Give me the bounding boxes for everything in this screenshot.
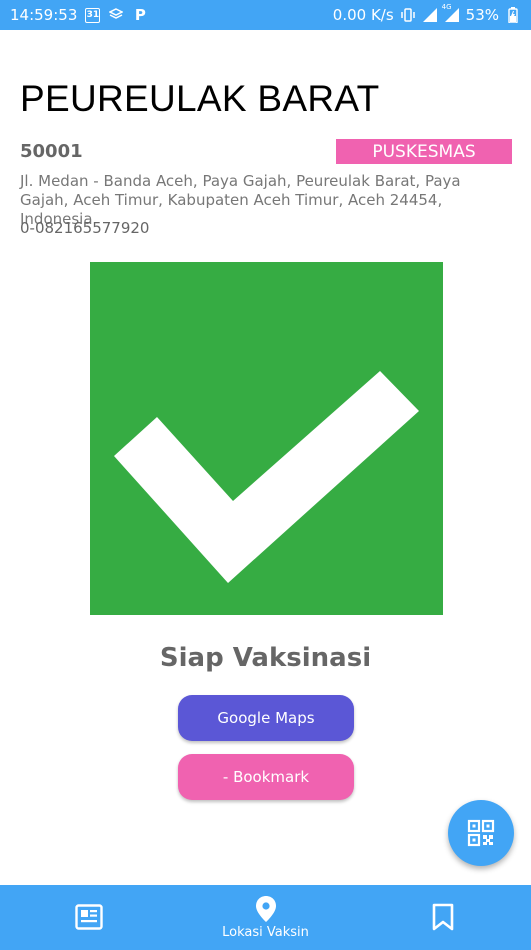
google-maps-button[interactable]: Google Maps (178, 695, 354, 741)
status-bar: 14:59:53 31 P 0.00 K/s 4G 53% (0, 0, 531, 30)
vaccination-status-text: Siap Vaksinasi (159, 643, 372, 673)
calendar-icon: 31 (85, 7, 101, 23)
facility-name: PEUREULAK BARAT (20, 78, 380, 119)
nav-label-lokasi-vaksin: Lokasi Vaksin (222, 925, 309, 940)
location-pin-icon (255, 896, 276, 922)
network-speed: 0.00 K/s (332, 6, 394, 24)
nav-item-news[interactable] (0, 885, 177, 950)
facility-code: 50001 (20, 141, 83, 162)
facility-phone: 0-082165577920 (20, 219, 150, 237)
signal-icon (422, 7, 438, 23)
app-p-icon: P (134, 6, 146, 24)
bookmark-icon (432, 903, 453, 930)
facility-type-badge: PUSKESMAS (336, 139, 512, 164)
battery-charging-icon (505, 7, 521, 23)
status-time: 14:59:53 (10, 6, 78, 24)
nav-item-lokasi-vaksin[interactable]: Lokasi Vaksin (177, 885, 354, 950)
nav-item-bookmarks[interactable] (354, 885, 531, 950)
battery-percent: 53% (465, 6, 499, 24)
qr-scan-fab[interactable] (448, 800, 514, 866)
bottom-navigation: Lokasi Vaksin (0, 885, 531, 950)
news-icon (74, 903, 103, 930)
signal-4g-icon: 4G (442, 3, 460, 23)
status-bar-right: 0.00 K/s 4G 53% (332, 3, 521, 24)
checkmark-icon (114, 371, 419, 583)
status-bar-left: 14:59:53 31 P (10, 6, 148, 24)
qr-code-icon (467, 819, 495, 847)
network-type-label: 4G (441, 3, 452, 11)
vaccination-status-image (90, 262, 443, 615)
layers-icon (108, 7, 124, 23)
bookmark-button[interactable]: - Bookmark (178, 754, 354, 800)
vibrate-icon (400, 7, 416, 23)
